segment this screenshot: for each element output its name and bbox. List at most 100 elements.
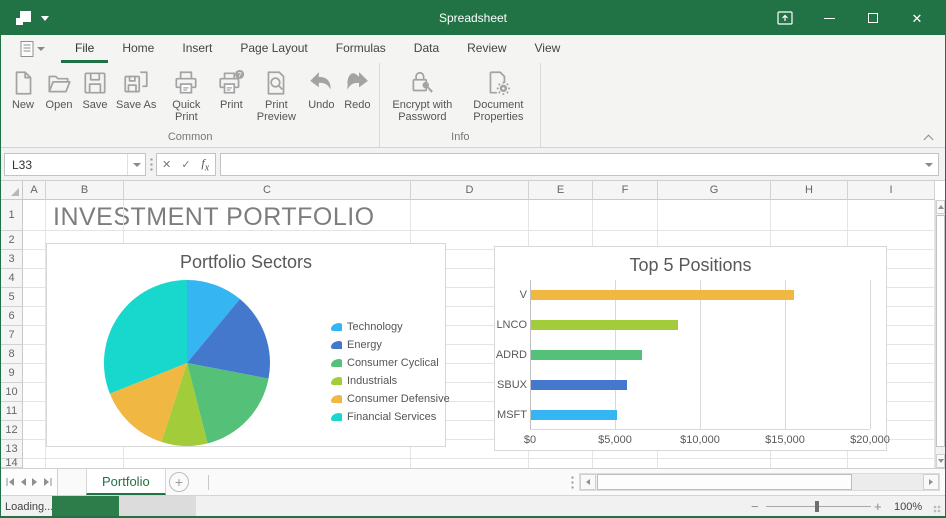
row-header-8[interactable]: 8 — [1, 345, 23, 364]
pie-chart[interactable]: Portfolio Sectors TechnologyEnergyConsum… — [46, 243, 446, 447]
tab-insert[interactable]: Insert — [168, 35, 226, 63]
minimize-button[interactable] — [807, 1, 851, 35]
bar-adrd[interactable] — [531, 350, 642, 360]
sheet-tab-label: Portfolio — [102, 474, 150, 489]
name-box-dropdown[interactable] — [127, 154, 145, 175]
bar-msft[interactable] — [531, 410, 617, 420]
row-header-12[interactable]: 12 — [1, 421, 23, 440]
tab-page-layout[interactable]: Page Layout — [226, 35, 321, 63]
file-menu-button[interactable] — [15, 35, 49, 63]
bar-gridline — [700, 280, 701, 429]
row-header-7[interactable]: 7 — [1, 326, 23, 345]
document-properties-button[interactable]: Document Properties — [460, 67, 536, 124]
row-header-10[interactable]: 10 — [1, 383, 23, 402]
row-header-14[interactable]: 14 — [1, 459, 23, 468]
app-menu-caret-icon[interactable] — [41, 16, 49, 21]
next-sheet-button[interactable] — [30, 477, 40, 487]
select-all-button[interactable] — [1, 181, 23, 200]
tab-data[interactable]: Data — [400, 35, 453, 63]
legend-marker-icon — [331, 359, 342, 367]
add-sheet-button[interactable]: + — [169, 472, 189, 492]
column-header-A[interactable]: A — [23, 181, 46, 200]
column-header-B[interactable]: B — [46, 181, 124, 200]
row-header-3[interactable]: 3 — [1, 250, 23, 269]
column-header-G[interactable]: G — [658, 181, 771, 200]
save-as-button[interactable]: Save As — [113, 67, 159, 111]
bar-category-lnco: LNCO — [495, 319, 527, 331]
legend-item: Industrials — [331, 372, 450, 390]
plus-icon: + — [175, 475, 183, 489]
column-header-D[interactable]: D — [411, 181, 529, 200]
scroll-left-button[interactable] — [580, 474, 596, 490]
horizontal-scrollbar-thumb[interactable] — [597, 474, 852, 490]
vertical-scrollbar-thumb[interactable] — [936, 215, 945, 447]
triangle-right-icon — [929, 479, 933, 485]
spreadsheet-grid: ABCDEFGHI 1234567891011121314 INVESTMENT… — [1, 181, 945, 468]
redo-button[interactable]: Redo — [339, 67, 375, 111]
cancel-entry-button[interactable]: ✕ — [158, 158, 176, 171]
zoom-slider-thumb[interactable] — [815, 501, 819, 512]
scrollbar-grip[interactable] — [571, 475, 574, 490]
scroll-down-button[interactable] — [936, 454, 945, 468]
vertical-scrollbar[interactable] — [935, 200, 945, 468]
sheet-tab-portfolio[interactable]: Portfolio — [86, 469, 166, 495]
tab-view[interactable]: View — [521, 35, 575, 63]
scroll-right-button[interactable] — [923, 474, 939, 490]
scroll-up-button[interactable] — [936, 200, 945, 214]
bar-v[interactable] — [531, 290, 794, 300]
column-header-E[interactable]: E — [529, 181, 593, 200]
column-header-F[interactable]: F — [593, 181, 658, 200]
column-header-C[interactable]: C — [124, 181, 411, 200]
row-header-4[interactable]: 4 — [1, 269, 23, 288]
legend-label: Consumer Defensive — [347, 393, 450, 405]
first-sheet-button[interactable] — [5, 477, 15, 487]
tab-formulas[interactable]: Formulas — [322, 35, 400, 63]
tab-home[interactable]: Home — [108, 35, 168, 63]
app-logo-icon[interactable] — [13, 8, 33, 28]
formula-input[interactable] — [220, 153, 939, 176]
row-header-9[interactable]: 9 — [1, 364, 23, 383]
close-button[interactable]: ✕ — [895, 1, 939, 35]
new-button[interactable]: New — [5, 67, 41, 111]
zoom-in-button[interactable]: + — [874, 496, 882, 517]
undo-button[interactable]: Undo — [303, 67, 339, 111]
print-button[interactable]: ?Print — [213, 67, 249, 111]
confirm-entry-button[interactable]: ✓ — [177, 158, 195, 171]
bar-chart[interactable]: Top 5 Positions VLNCOADRDSBUXMSFT $0$5,0… — [494, 246, 887, 451]
column-header-I[interactable]: I — [848, 181, 935, 200]
document-properties-icon — [484, 69, 512, 97]
worksheet-title-text: INVESTMENT PORTFOLIO — [53, 203, 375, 232]
row-header-5[interactable]: 5 — [1, 288, 23, 307]
print-preview-button[interactable]: Print Preview — [249, 67, 303, 124]
bar-lnco[interactable] — [531, 320, 678, 330]
row-header-11[interactable]: 11 — [1, 402, 23, 421]
name-box[interactable]: L33 — [4, 153, 146, 176]
maximize-button[interactable] — [851, 1, 895, 35]
expand-formula-bar-button[interactable] — [920, 154, 938, 175]
collapse-ribbon-button[interactable] — [925, 133, 933, 141]
save-button[interactable]: Save — [77, 67, 113, 111]
row-header-2[interactable]: 2 — [1, 231, 23, 250]
bar-sbux[interactable] — [531, 380, 627, 390]
row-header-1[interactable]: 1 — [1, 200, 23, 231]
button-label: Save As — [116, 99, 156, 111]
formula-bar-grip[interactable] — [150, 157, 153, 172]
window-resize-grip[interactable] — [933, 505, 941, 513]
horizontal-scrollbar[interactable] — [579, 473, 940, 491]
tab-file[interactable]: File — [61, 35, 108, 63]
insert-function-button[interactable]: fx — [196, 156, 214, 173]
print-icon: ? — [217, 69, 245, 97]
open-button[interactable]: Open — [41, 67, 77, 111]
column-header-H[interactable]: H — [771, 181, 848, 200]
encrypt-with-password-button[interactable]: Encrypt with Password — [384, 67, 460, 124]
zoom-out-button[interactable]: − — [751, 496, 759, 517]
previous-sheet-button[interactable] — [18, 477, 28, 487]
ribbon-display-options-button[interactable] — [763, 1, 807, 35]
chevron-down-icon — [925, 163, 933, 167]
formula-bar: L33 ✕ ✓ fx — [1, 148, 945, 181]
row-header-6[interactable]: 6 — [1, 307, 23, 326]
last-sheet-button[interactable] — [43, 477, 53, 487]
quick-print-button[interactable]: Quick Print — [159, 67, 213, 124]
tab-review[interactable]: Review — [453, 35, 520, 63]
legend-item: Consumer Defensive — [331, 390, 450, 408]
